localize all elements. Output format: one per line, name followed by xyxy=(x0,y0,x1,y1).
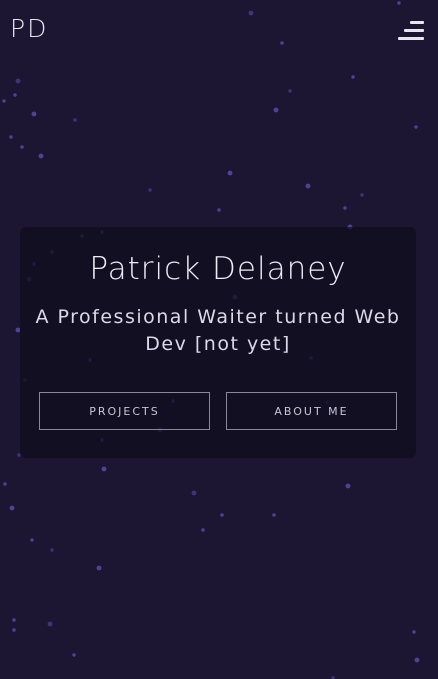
particle-dot xyxy=(272,513,276,517)
particle-dot xyxy=(280,41,284,45)
particle-dot xyxy=(360,193,364,197)
particle-dot xyxy=(345,483,351,489)
particle-dot xyxy=(47,621,53,627)
particle-dot xyxy=(343,206,347,210)
particle-dot xyxy=(9,505,15,511)
particle-dot xyxy=(38,153,44,159)
particle-dot xyxy=(248,10,254,16)
site-logo[interactable]: PD xyxy=(10,14,48,43)
particle-dot xyxy=(217,208,221,212)
particle-dot xyxy=(96,565,102,571)
hero-card: Patrick Delaney A Professional Waiter tu… xyxy=(20,227,416,458)
particle-dot xyxy=(305,183,311,189)
particle-dot xyxy=(288,89,292,93)
about-me-button[interactable]: ABOUT ME xyxy=(226,392,397,430)
particle-dot xyxy=(412,630,416,634)
particle-dot xyxy=(12,618,16,622)
particle-dot xyxy=(50,548,54,552)
particle-dot xyxy=(73,118,77,122)
hamburger-menu-icon[interactable] xyxy=(396,18,424,44)
particle-dot xyxy=(397,1,401,5)
particle-dot xyxy=(414,657,420,663)
particle-dot xyxy=(3,482,7,486)
particle-dot xyxy=(13,93,17,97)
particle-dot xyxy=(101,466,107,472)
particle-dot xyxy=(351,75,355,79)
particle-dot xyxy=(31,111,37,117)
menu-line xyxy=(410,21,424,24)
particle-dot xyxy=(72,653,76,657)
particle-dot xyxy=(201,528,205,532)
particle-dot xyxy=(2,99,6,103)
particle-dot xyxy=(220,513,224,517)
particle-dot xyxy=(12,628,16,632)
projects-button[interactable]: PROJECTS xyxy=(39,392,210,430)
hero-name: Patrick Delaney xyxy=(89,251,347,287)
particle-dot xyxy=(414,125,418,129)
particle-dot xyxy=(227,170,233,176)
menu-line xyxy=(404,29,424,32)
particle-dot xyxy=(9,135,13,139)
particle-dot xyxy=(30,538,34,542)
particle-dot xyxy=(148,188,152,192)
hero-tagline: A Professional Waiter turned Web Dev [no… xyxy=(35,306,401,355)
page: PD Patrick Delaney A Professional Waiter… xyxy=(0,0,438,679)
particle-dot xyxy=(15,78,21,84)
particle-dot xyxy=(20,145,24,149)
particle-dot xyxy=(191,490,197,496)
menu-line xyxy=(398,37,424,40)
particle-dot xyxy=(273,107,279,113)
